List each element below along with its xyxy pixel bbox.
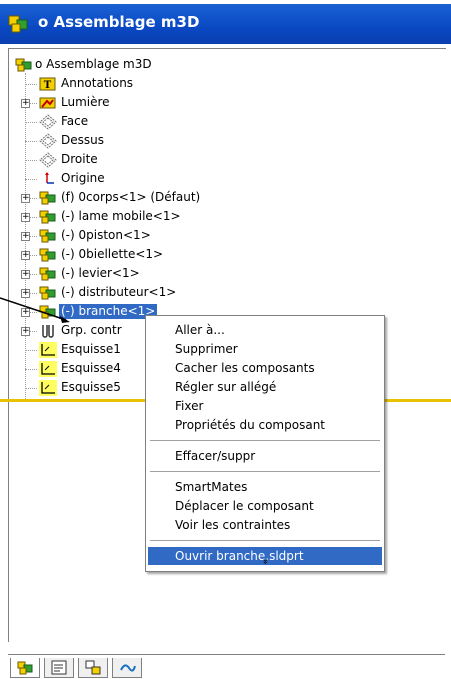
tree-connector	[25, 122, 37, 123]
expand-icon[interactable]: +	[21, 327, 30, 336]
origin-icon	[45, 172, 54, 184]
plane-icon	[39, 114, 57, 130]
menu-item[interactable]: Aller à...	[148, 321, 382, 339]
menu-item[interactable]: Propriétés du composant	[148, 416, 382, 434]
propertymanager-tab[interactable]	[44, 658, 74, 678]
tree-item-label: Origine	[61, 171, 105, 185]
part-icon	[39, 229, 56, 243]
pointer-arrow	[0, 297, 70, 323]
part-icon	[39, 248, 56, 262]
tree-item[interactable]: + (f) 0corps<1> (Défaut)	[9, 189, 429, 208]
menu-item[interactable]: Fixer	[148, 397, 382, 415]
menu-item[interactable]: Supprimer	[148, 340, 382, 358]
menu-separator	[150, 540, 380, 542]
dimxpert-icon	[120, 664, 136, 672]
tree-item-label: Esquisse1	[61, 342, 121, 356]
tree-item[interactable]: + (-) lame mobile<1>	[9, 208, 429, 227]
tree-item-label: Annotations	[61, 76, 134, 90]
expand-icon[interactable]: +	[21, 99, 30, 108]
tree-item[interactable]: Face	[9, 113, 429, 132]
tree-item-label: (f) 0corps<1> (Défaut)	[61, 190, 201, 204]
tree-item-label: (-) 0biellette<1>	[61, 247, 164, 261]
menu-item[interactable]: Voir les contraintes	[148, 516, 382, 534]
context-menu: Aller à... Supprimer Cacher les composants…	[145, 315, 385, 572]
sketch-icon	[39, 361, 57, 377]
tree-connector	[25, 369, 37, 370]
title-bar: o Assemblage m3D	[0, 4, 451, 44]
part-icon	[39, 210, 56, 224]
other-tab[interactable]	[112, 658, 142, 678]
part-icon	[39, 267, 56, 281]
tree-item-label: Dessus	[61, 133, 104, 147]
assembly-icon	[8, 15, 28, 33]
manager-tabs	[8, 654, 445, 679]
expand-icon[interactable]: +	[21, 270, 30, 279]
part-icon	[39, 191, 56, 205]
expand-icon[interactable]: +	[21, 251, 30, 260]
tree-item[interactable]: + Lumière	[9, 94, 429, 113]
tree-connector	[25, 141, 37, 142]
tree-item[interactable]: + (-) 0biellette<1>	[9, 246, 429, 265]
configurationmanager-tab[interactable]	[78, 658, 108, 678]
tree-connector	[25, 350, 37, 351]
annotations-icon: T	[39, 77, 56, 91]
expand-icon[interactable]: +	[21, 194, 30, 203]
menu-item[interactable]: Déplacer le composant	[148, 497, 382, 515]
tree-item[interactable]: + (-) 0piston<1>	[9, 227, 429, 246]
tree-item-label: Face	[61, 114, 89, 128]
sketch-icon	[39, 380, 57, 396]
plane-icon	[39, 152, 57, 168]
plane-icon	[39, 133, 57, 149]
configurationmanager-icon	[85, 660, 101, 675]
tree-item[interactable]: Droite	[9, 151, 429, 170]
featuremanager-icon	[17, 661, 33, 675]
tree-item[interactable]: T Annotations	[9, 75, 429, 94]
tree-connector	[25, 179, 37, 180]
menu-separator	[150, 471, 380, 473]
featuremanager-tab[interactable]	[10, 658, 40, 678]
tree-item-label: (-) levier<1>	[61, 266, 140, 280]
tree-connector	[25, 160, 37, 161]
tree-item-label: (-) 0piston<1>	[61, 228, 151, 242]
tree-item[interactable]: + (-) levier<1>	[9, 265, 429, 284]
tree-item[interactable]: Origine	[9, 170, 429, 189]
menu-item[interactable]: SmartMates	[148, 478, 382, 496]
tree-item-label: (-) lame mobile<1>	[61, 209, 181, 223]
expand-icon[interactable]: +	[21, 232, 30, 241]
propertymanager-icon	[51, 660, 67, 675]
menu-item[interactable]: Régler sur allégé	[148, 378, 382, 396]
tree-item-label: Droite	[61, 152, 98, 166]
menu-item[interactable]: Cacher les composants	[148, 359, 382, 377]
window-title: o Assemblage m3D	[38, 13, 200, 31]
tree-item[interactable]: Dessus	[9, 132, 429, 151]
lights-icon	[39, 97, 56, 109]
tree-root[interactable]: o Assemblage m3D	[9, 56, 429, 75]
tree-item-label: Esquisse4	[61, 361, 121, 375]
expand-icon[interactable]: +	[21, 213, 30, 222]
tree-item-label: Esquisse5	[61, 380, 121, 394]
tree-root-label: o Assemblage m3D	[35, 57, 152, 71]
sketch-icon	[39, 342, 57, 358]
menu-expand-chevron-icon[interactable]: »	[260, 556, 271, 568]
menu-item[interactable]: Effacer/suppr	[148, 447, 382, 465]
svg-text:T: T	[44, 80, 52, 91]
assembly-icon	[15, 58, 32, 72]
tree-connector	[25, 84, 37, 85]
tree-connector	[25, 388, 37, 389]
menu-separator	[150, 440, 380, 442]
tree-item-label: Lumière	[61, 95, 110, 109]
